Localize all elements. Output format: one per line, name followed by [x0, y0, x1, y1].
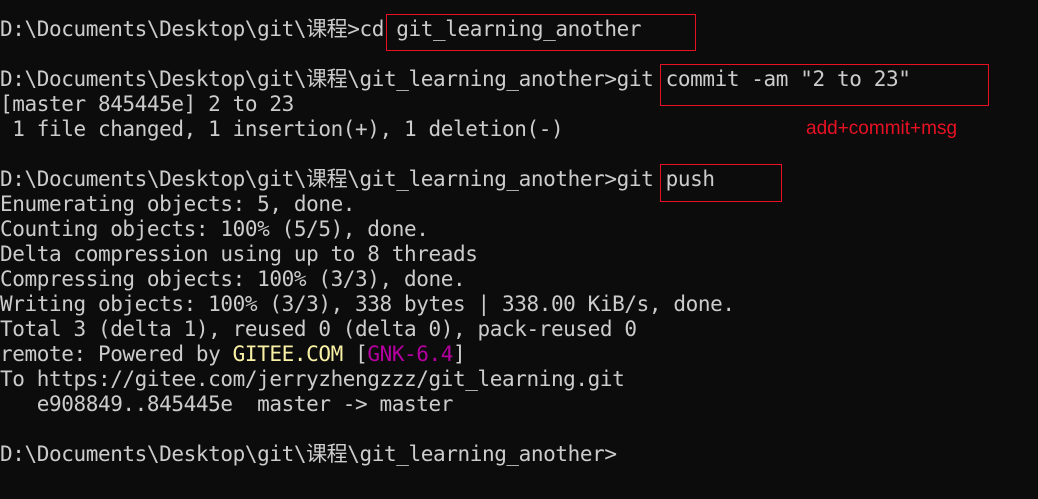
output-line: Counting objects: 100% (5/5), done.: [0, 217, 429, 241]
remote-prefix: remote: Powered by: [0, 342, 233, 366]
remote-line: remote: Powered by GITEE.COM [GNK-6.4]: [0, 342, 1038, 367]
prompt-path: D:\Documents\Desktop\git\课程>: [0, 17, 360, 41]
output-line: Enumerating objects: 5, done.: [0, 192, 356, 216]
remote-bracket-close: ]: [453, 342, 466, 366]
annotation-label: add+commit+msg: [806, 118, 958, 139]
output-line: Writing objects: 100% (3/3), 338 bytes |…: [0, 292, 735, 316]
prompt-path: D:\Documents\Desktop\git\课程\git_learning…: [0, 167, 617, 191]
prompt-line: D:\Documents\Desktop\git\课程\git_learning…: [0, 167, 1038, 192]
remote-bracket-open: [: [342, 342, 368, 366]
remote-tag: GNK-6.4: [367, 342, 454, 366]
output-line: e908849..845445e master -> master: [0, 392, 454, 416]
commit-command-highlight-box: [660, 64, 989, 106]
prompt-path: D:\Documents\Desktop\git\课程\git_learning…: [0, 442, 617, 466]
output-line: Compressing objects: 100% (3/3), done.: [0, 267, 466, 291]
output-line: To https://gitee.com/jerryzhengzzz/git_l…: [0, 367, 625, 391]
prompt-line[interactable]: D:\Documents\Desktop\git\课程\git_learning…: [0, 442, 1038, 467]
output-line: Delta compression using up to 8 threads: [0, 242, 478, 266]
remote-host: GITEE.COM: [232, 342, 344, 366]
push-command-highlight-box: [660, 164, 782, 202]
cd-command-highlight-box: [386, 14, 696, 51]
output-line: Total 3 (delta 1), reused 0 (delta 0), p…: [0, 317, 637, 341]
prompt-path: D:\Documents\Desktop\git\课程\git_learning…: [0, 67, 617, 91]
